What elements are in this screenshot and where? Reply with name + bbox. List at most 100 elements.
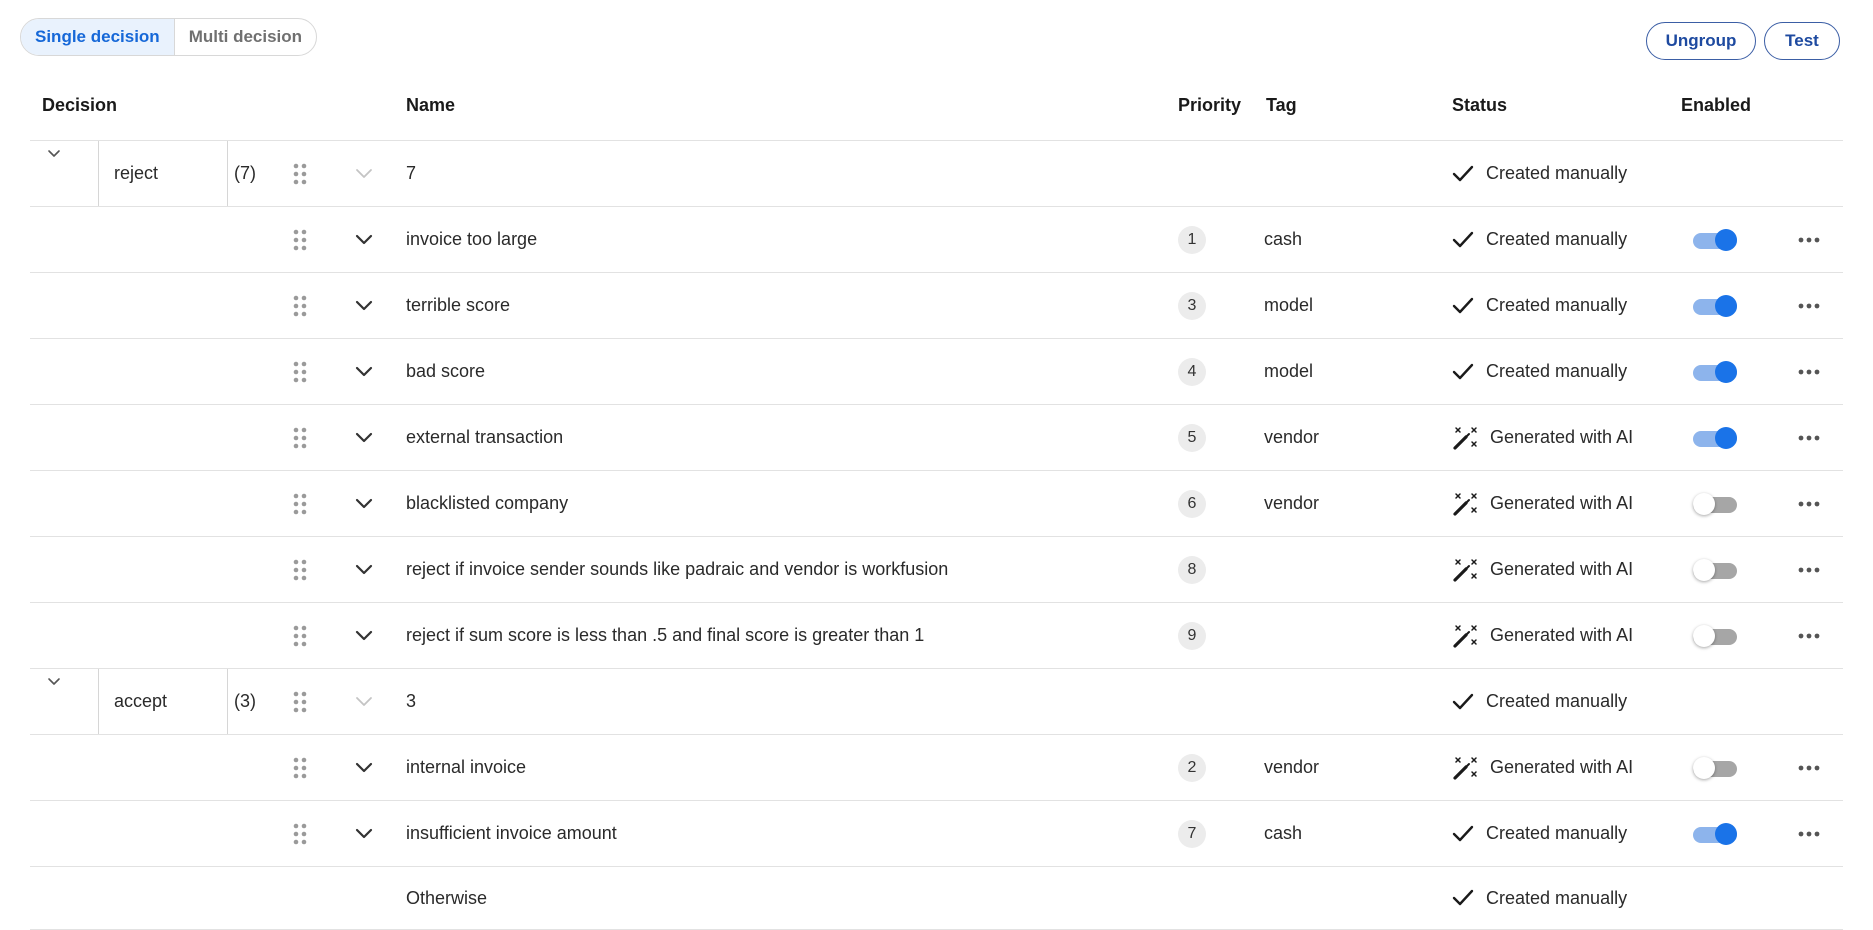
more-options-icon[interactable] <box>1794 537 1824 602</box>
test-button[interactable]: Test <box>1764 22 1840 60</box>
decision-group-label: reject <box>98 141 228 206</box>
rule-name: internal invoice <box>406 757 527 777</box>
column-header-name: Name <box>406 95 456 115</box>
more-options-icon[interactable] <box>1794 273 1824 338</box>
enabled-toggle[interactable] <box>1693 228 1737 251</box>
status-cell: Created manually <box>1452 207 1627 272</box>
drag-handle-icon[interactable] <box>292 471 308 536</box>
rule-row: reject if sum score is less than .5 and … <box>30 603 1843 669</box>
single-decision-tab[interactable]: Single decision <box>21 19 175 55</box>
check-icon <box>1452 825 1474 843</box>
table-body: reject (7) 7 Created manually invoice too la… <box>30 141 1843 930</box>
drag-handle-icon[interactable] <box>292 537 308 602</box>
more-options-icon[interactable] <box>1794 339 1824 404</box>
rule-row: reject if invoice sender sounds like pad… <box>30 537 1843 603</box>
check-icon <box>1452 889 1474 907</box>
priority-badge: 7 <box>1178 819 1206 848</box>
drag-handle-icon[interactable] <box>292 801 308 866</box>
decision-group-label: accept <box>98 669 228 734</box>
status-text: Generated with AI <box>1490 559 1634 579</box>
status-text: Generated with AI <box>1490 625 1634 645</box>
drag-handle-icon[interactable] <box>292 603 308 668</box>
enabled-cell <box>1693 339 1737 404</box>
enabled-toggle[interactable] <box>1693 756 1737 779</box>
priority-badge: 9 <box>1178 621 1206 650</box>
priority-cell: 6 <box>1178 471 1206 536</box>
drag-handle-icon[interactable] <box>292 273 308 338</box>
drag-handle-icon[interactable] <box>292 735 308 800</box>
drag-handle-icon[interactable] <box>292 339 308 404</box>
priority-badge: 3 <box>1178 291 1206 320</box>
status-cell: Created manually <box>1452 867 1627 929</box>
status-cell: Created manually <box>1452 273 1627 338</box>
otherwise-label: Otherwise <box>406 887 488 908</box>
status-cell: Created manually <box>1452 141 1627 206</box>
priority-cell: 3 <box>1178 273 1206 338</box>
status-text: Created manually <box>1486 887 1628 908</box>
more-options-icon[interactable] <box>1794 471 1824 536</box>
rule-row: blacklisted company 6 vendor Generated with… <box>30 471 1843 537</box>
enabled-cell <box>1693 207 1737 272</box>
priority-cell: 2 <box>1178 735 1206 800</box>
enabled-toggle[interactable] <box>1693 492 1737 515</box>
rule-tag: vendor <box>1264 757 1320 777</box>
table-header: Decision Name Priority Tag Status Enable… <box>30 80 1843 141</box>
drag-handle-icon[interactable] <box>292 141 308 206</box>
enabled-cell <box>1693 537 1737 602</box>
group-row: accept (3) 3 Created manually <box>30 669 1843 735</box>
priority-cell: 7 <box>1178 801 1206 866</box>
expand-rule-chevron-icon[interactable] <box>354 801 374 866</box>
expand-rule-chevron-icon[interactable] <box>354 207 374 272</box>
more-options-icon[interactable] <box>1794 735 1824 800</box>
status-cell: Generated with AI <box>1452 603 1633 668</box>
group-rule-count: 3 <box>406 691 417 711</box>
enabled-toggle[interactable] <box>1693 558 1737 581</box>
toolbar: Single decision Multi decision Ungroup T… <box>0 0 1873 80</box>
magic-wand-icon <box>1452 491 1478 517</box>
rule-row: internal invoice 2 vendor Generated with AI <box>30 735 1843 801</box>
expand-rule-chevron-icon[interactable] <box>354 537 374 602</box>
status-text: Generated with AI <box>1490 493 1634 513</box>
expand-rule-chevron-icon[interactable] <box>354 471 374 536</box>
status-cell: Created manually <box>1452 801 1627 866</box>
rule-tag: vendor <box>1264 493 1320 513</box>
expand-rule-chevron-icon[interactable] <box>354 273 374 338</box>
otherwise-row: Otherwise Created manually <box>30 867 1843 930</box>
drag-handle-icon[interactable] <box>292 669 308 734</box>
ungroup-button[interactable]: Ungroup <box>1646 22 1756 60</box>
check-icon <box>1452 693 1474 711</box>
rule-name: terrible score <box>406 295 511 315</box>
collapse-group-chevron-icon[interactable] <box>42 141 66 206</box>
more-options-icon[interactable] <box>1794 207 1824 272</box>
rule-tag: vendor <box>1264 427 1320 447</box>
enabled-toggle[interactable] <box>1693 294 1737 317</box>
drag-handle-icon[interactable] <box>292 405 308 470</box>
drag-handle-icon[interactable] <box>292 207 308 272</box>
more-options-icon[interactable] <box>1794 603 1824 668</box>
rule-tag: cash <box>1264 823 1303 843</box>
multi-decision-tab[interactable]: Multi decision <box>175 19 316 55</box>
column-header-status: Status <box>1452 95 1508 115</box>
expand-rule-chevron-icon[interactable] <box>354 735 374 800</box>
priority-cell: 8 <box>1178 537 1206 602</box>
more-options-icon[interactable] <box>1794 405 1824 470</box>
expand-rule-chevron-icon[interactable] <box>354 603 374 668</box>
rule-row: external transaction 5 vendor Generated wit… <box>30 405 1843 471</box>
status-cell: Generated with AI <box>1452 471 1633 536</box>
collapse-group-chevron-icon[interactable] <box>42 669 66 734</box>
more-options-icon[interactable] <box>1794 801 1824 866</box>
decision-group-count: (7) <box>234 163 256 183</box>
rule-name: insufficient invoice amount <box>406 823 617 843</box>
enabled-toggle[interactable] <box>1693 624 1737 647</box>
expand-rule-chevron-icon[interactable] <box>354 405 374 470</box>
group-rule-count: 7 <box>406 163 417 183</box>
magic-wand-icon <box>1452 755 1478 781</box>
rule-name: reject if sum score is less than .5 and … <box>406 625 925 645</box>
decision-group-count: (3) <box>234 691 256 711</box>
expand-rule-chevron-icon[interactable] <box>354 339 374 404</box>
check-icon <box>1452 231 1474 249</box>
enabled-toggle[interactable] <box>1693 822 1737 845</box>
enabled-toggle[interactable] <box>1693 360 1737 383</box>
rule-tag: model <box>1264 295 1314 315</box>
enabled-toggle[interactable] <box>1693 426 1737 449</box>
